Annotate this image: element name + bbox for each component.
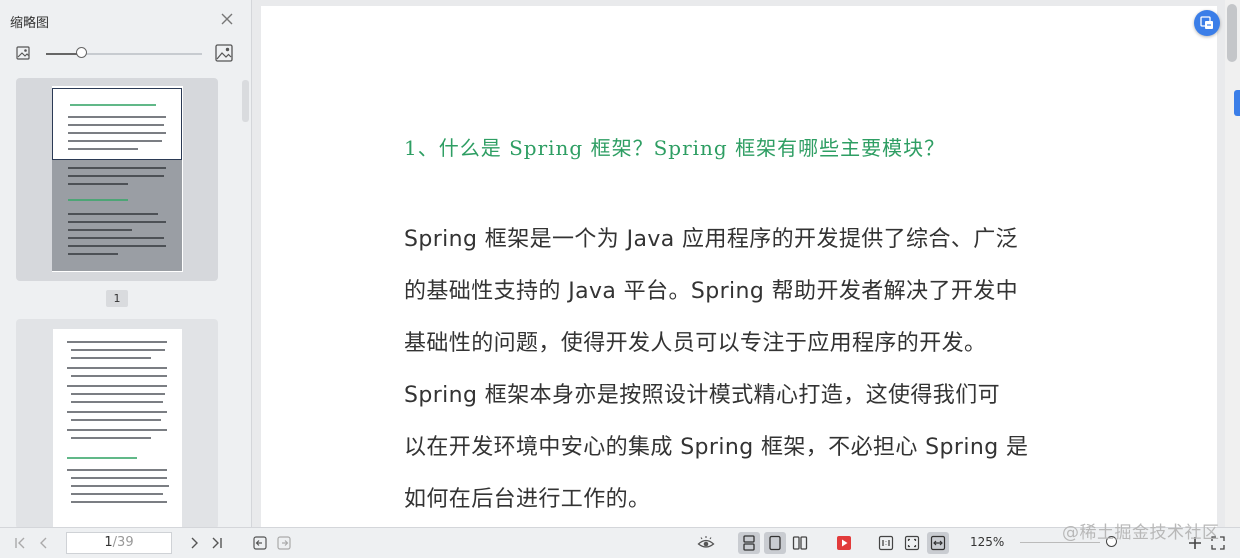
fit-page-icon [904, 535, 920, 551]
thumbnail-sidebar: 缩略图 1 [0, 0, 252, 527]
thumbnail-size-knob[interactable] [76, 47, 87, 58]
chevron-left-icon [40, 537, 47, 549]
side-panel-tab[interactable] [1234, 90, 1240, 116]
thumbnail-viewport-frame[interactable] [52, 88, 182, 160]
body-paragraph: Spring 框架是一个为 Java 应用程序的开发提供了综合、广泛 的基础性支… [404, 214, 1094, 526]
watermark: @稀土掘金技术社区 [1062, 523, 1220, 543]
image-small-icon[interactable] [16, 46, 30, 60]
document-scrollbar-thumb[interactable] [1227, 4, 1237, 62]
last-page-button[interactable] [208, 534, 226, 552]
thumbnail-zoom-control [16, 44, 236, 64]
thumbnail-page-2[interactable] [16, 319, 218, 527]
play-icon [837, 536, 851, 550]
back-button[interactable] [251, 534, 269, 552]
forward-button[interactable] [275, 534, 293, 552]
last-page-icon [212, 537, 222, 549]
translate-float-button[interactable] [1194, 10, 1220, 36]
continuous-page-icon [743, 535, 755, 551]
paragraph-line: 如何在后台进行工作的。 [404, 487, 651, 512]
play-button[interactable] [835, 534, 853, 552]
paragraph-line: 以在开发环境中安心的集成 Spring 框架，不必担心 Spring 是 [404, 435, 1029, 460]
zoom-level[interactable]: 125% [970, 535, 1004, 549]
paragraph-line: Spring 框架是一个为 Java 应用程序的开发提供了综合、广泛 [404, 227, 1019, 252]
sidebar-scrollbar[interactable] [242, 80, 249, 122]
total-pages: /39 [112, 535, 134, 550]
eye-care-button[interactable] [697, 534, 715, 552]
thumbnail-page-1[interactable] [16, 78, 218, 281]
document-view[interactable]: 1、什么是 Spring 框架？Spring 框架有哪些主要模块？ Spring… [252, 0, 1240, 527]
sidebar-title: 缩略图 [10, 16, 50, 31]
next-page-button[interactable] [185, 534, 203, 552]
close-icon[interactable] [219, 11, 235, 27]
prev-page-button[interactable] [35, 534, 53, 552]
continuous-scroll-button[interactable] [738, 532, 760, 554]
forward-icon [277, 536, 291, 550]
actual-size-button[interactable] [877, 534, 895, 552]
first-page-button[interactable] [11, 534, 29, 552]
paragraph-line: 的基础性支持的 Java 平台。Spring 帮助开发者解决了开发中 [404, 279, 1019, 304]
paragraph-line: Spring 框架本身亦是按照设计模式精心打造，这使得我们可 [404, 383, 1000, 408]
thumbnail-page-number: 1 [106, 290, 128, 307]
fit-width-icon [930, 535, 946, 551]
first-page-icon [15, 537, 25, 549]
paragraph-line: 基础性的问题，使得开发人员可以专注于应用程序的开发。 [404, 331, 987, 356]
section-heading: 1、什么是 Spring 框架？Spring 框架有哪些主要模块？ [404, 136, 946, 160]
bottom-toolbar: 1/39 125% [0, 527, 1240, 558]
two-page-icon [792, 536, 808, 550]
thumbnail-page-image [52, 86, 183, 272]
thumbnail-page-image [53, 329, 182, 527]
document-page: 1、什么是 Spring 框架？Spring 框架有哪些主要模块？ Spring… [261, 6, 1217, 527]
fit-width-button[interactable] [927, 532, 949, 554]
single-page-button[interactable] [764, 532, 786, 554]
image-large-icon[interactable] [215, 44, 233, 62]
page-number-input[interactable]: 1/39 [66, 532, 172, 554]
single-page-icon [769, 535, 781, 551]
thumbnail-offscreen-region [52, 159, 182, 271]
fit-page-button[interactable] [903, 534, 921, 552]
two-page-button[interactable] [791, 534, 809, 552]
actual-size-icon [878, 535, 894, 551]
chevron-right-icon [191, 537, 198, 549]
eye-icon [697, 536, 715, 548]
current-page: 1 [104, 535, 113, 550]
document-scrollbar[interactable] [1225, 0, 1240, 527]
translate-icon [1200, 16, 1213, 29]
back-icon [253, 536, 267, 550]
